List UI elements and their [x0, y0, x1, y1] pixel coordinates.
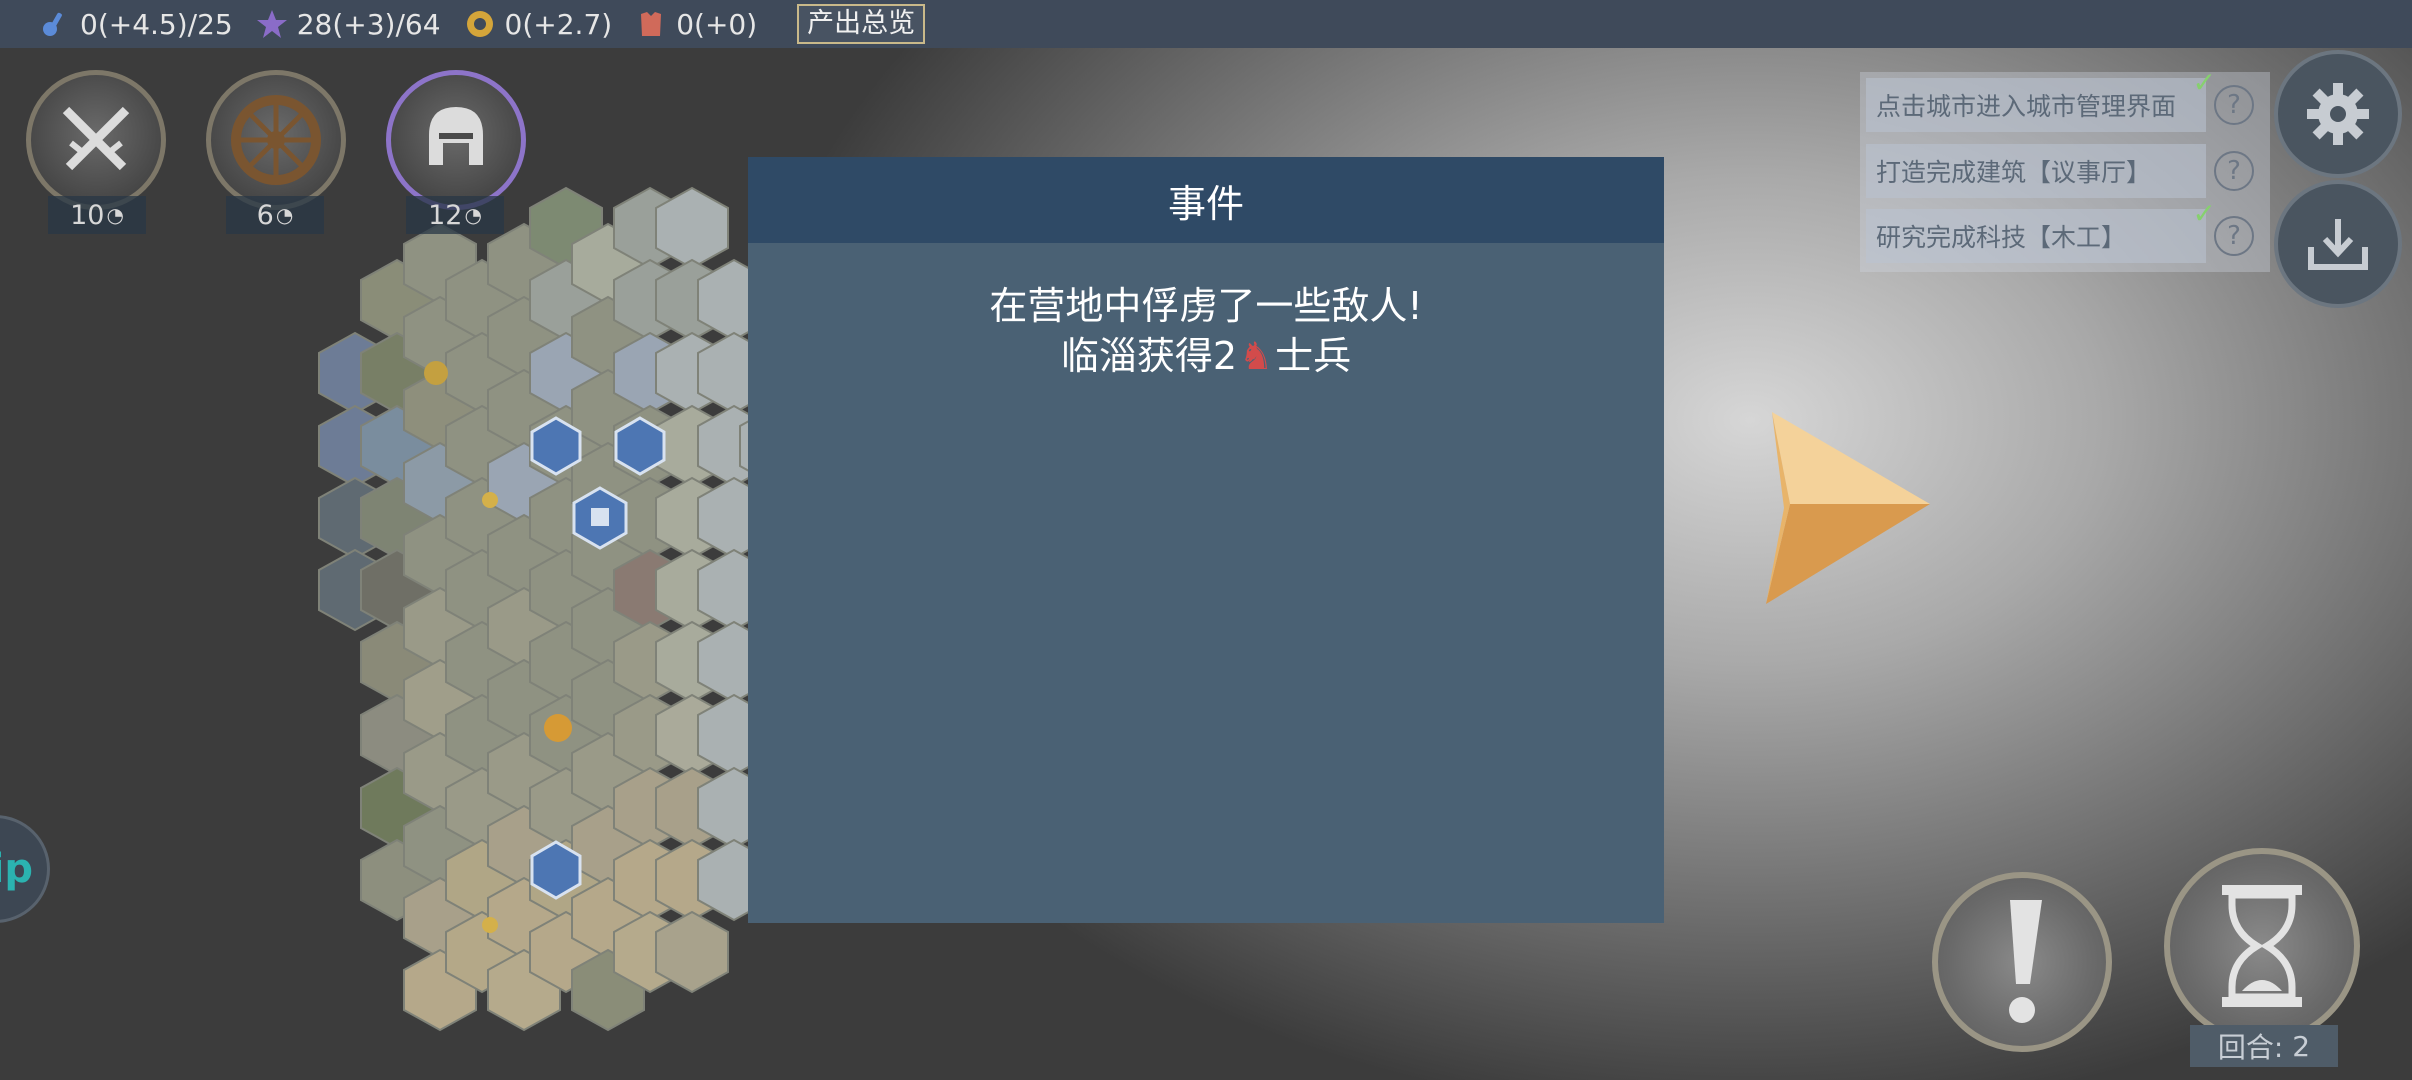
gold-resource-icon [424, 361, 448, 385]
quest-item[interactable]: 研究完成科技【木工】 ✓ [1866, 197, 2216, 263]
alert-button[interactable] [1932, 872, 2112, 1052]
wheel-icon [231, 95, 321, 185]
clock-icon: ◔ [464, 203, 482, 227]
help-button[interactable]: ? [2214, 151, 2254, 191]
dialog-title: 事件 [748, 157, 1664, 243]
event-message-line1: 在营地中俘虏了一些敌人! [989, 284, 1423, 328]
next-arrow-button[interactable] [1760, 408, 1940, 608]
crossed-swords-icon [62, 106, 130, 171]
city-icon[interactable] [572, 486, 628, 550]
event-dialog[interactable]: 事件 在营地中俘虏了一些敌人! 临淄获得2♞士兵 [748, 157, 1664, 923]
download-tray-icon [2308, 219, 2368, 270]
quest-item[interactable]: 打造完成建筑【议事厅】 [1866, 144, 2206, 198]
quest-panel: 点击城市进入城市管理界面 ✓ ? 打造完成建筑【议事厅】 ? 研究完成科技【木工… [1860, 66, 2270, 272]
gear-icon [2307, 83, 2369, 145]
unit-button-heavy-infantry[interactable] [386, 70, 526, 210]
check-icon: ✓ [2192, 66, 2216, 99]
unit-hex-icon[interactable] [530, 840, 582, 900]
gold-resource-icon [482, 492, 498, 508]
help-button[interactable]: ? [2214, 216, 2254, 256]
unit-count-chariot: 6 ◔ [226, 196, 324, 234]
soldier-icon: ♞ [1239, 334, 1274, 378]
dialog-body: 在营地中俘虏了一些敌人! 临淄获得2♞士兵 [748, 243, 1664, 381]
unit-hex-icon[interactable] [530, 416, 582, 476]
unit-button-swordsman[interactable] [26, 70, 166, 210]
quest-item[interactable]: 点击城市进入城市管理界面 ✓ [1866, 66, 2216, 132]
helmet-icon [429, 107, 483, 165]
gold-resource-icon [482, 917, 498, 933]
gold-resource-icon [544, 714, 572, 742]
turn-counter: 回合: 2 [2190, 1025, 2338, 1067]
unit-button-chariot[interactable] [206, 70, 346, 210]
save-button[interactable] [2274, 180, 2402, 308]
unit-hex-icon[interactable] [614, 416, 666, 476]
event-message-line2: 临淄获得2♞士兵 [748, 331, 1664, 381]
settings-button[interactable] [2274, 50, 2402, 178]
check-icon: ✓ [2192, 197, 2216, 230]
unit-count-heavy-infantry: 12 ◔ [406, 196, 504, 234]
hourglass-icon [2222, 885, 2302, 1007]
help-button[interactable]: ? [2214, 85, 2254, 125]
end-turn-button[interactable] [2164, 848, 2360, 1044]
clock-icon: ◔ [106, 203, 124, 227]
unit-count-swordsman: 10 ◔ [48, 196, 146, 234]
exclamation-icon [2009, 900, 2042, 1023]
clock-icon: ◔ [275, 203, 294, 227]
